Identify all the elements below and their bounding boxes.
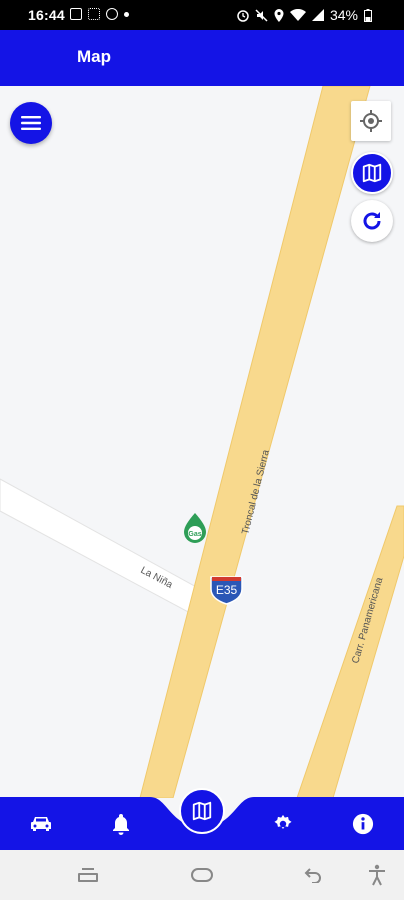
status-right-icons: 34% [237,7,372,23]
accessibility-icon [369,864,385,886]
car-icon [31,816,51,831]
location-icon [274,8,284,22]
menu-icon [21,116,41,130]
network-stats-icon [88,8,100,20]
nav-map-button[interactable] [179,788,225,834]
mute-icon [255,8,268,22]
refresh-button[interactable] [351,200,393,242]
map-view[interactable]: Troncal de la Sierra La Niña Carr. Panam… [0,86,404,798]
map-type-button[interactable] [351,152,393,194]
recents-button[interactable] [68,862,108,888]
status-bar: 16:44 34% [0,0,404,30]
back-icon [304,868,321,883]
marker-label: Gas [188,531,201,538]
map-icon [192,801,212,821]
map-canvas[interactable]: Troncal de la Sierra La Niña Carr. Panam… [0,86,404,798]
dot-icon [124,11,129,17]
gear-icon [274,814,292,829]
menu-button[interactable] [10,102,52,144]
home-icon [191,868,213,882]
wifi-icon [289,9,306,21]
road-panamericana [296,505,404,798]
info-icon [352,813,374,834]
my-location-icon [360,110,382,132]
nav-settings-button[interactable] [253,797,313,850]
messenger-icon [106,8,118,20]
home-button[interactable] [182,862,222,888]
accessibility-button[interactable] [357,862,397,888]
back-button[interactable] [293,862,333,888]
status-left-icons [70,8,129,20]
refresh-icon [363,212,381,230]
map-icon [362,163,382,183]
battery-percent: 34% [329,7,358,23]
app-bar: Map [0,30,404,86]
page-title: Map [77,47,111,66]
recents-icon [78,868,98,882]
gallery-icon [70,8,82,20]
system-nav-bar [0,850,404,900]
road-la-nina [0,478,221,622]
bell-icon [113,813,129,835]
battery-icon [364,8,372,22]
status-time: 16:44 [28,7,65,23]
signal-icon [311,9,324,21]
gas-station-marker[interactable]: Gas [184,513,206,543]
nav-notifications-button[interactable] [91,797,151,850]
my-location-button[interactable] [351,101,391,141]
nav-info-button[interactable] [333,797,393,850]
nav-car-button[interactable] [11,797,71,850]
shield-label: E35 [216,583,238,597]
alarm-icon [237,9,249,22]
